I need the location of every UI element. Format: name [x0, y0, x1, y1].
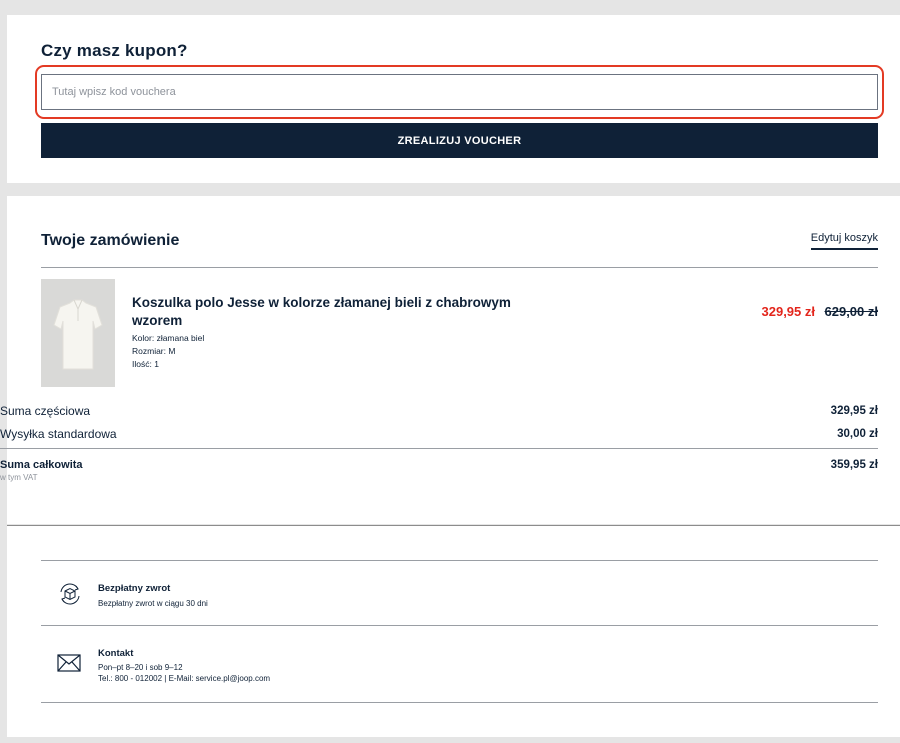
product-name[interactable]: Koszulka polo Jesse w kolorze złamanej b…	[132, 294, 512, 330]
product-original-price: 629,00 zł	[824, 304, 879, 319]
order-summary: Twoje zamówienie Edytuj koszyk Koszulka …	[0, 196, 900, 524]
vat-note: w tym VAT	[0, 473, 38, 482]
return-box-icon	[57, 581, 83, 612]
shipping-label: Wysyłka standardowa	[0, 427, 117, 441]
polo-shirt-image[interactable]	[41, 279, 115, 387]
product-color: Kolor: złamana biel	[132, 333, 205, 343]
voucher-title: Czy masz kupon?	[41, 41, 188, 60]
divider	[41, 267, 878, 268]
voucher-section: Czy masz kupon? ZREALIZUJ VOUCHER	[7, 15, 900, 183]
divider	[41, 625, 878, 626]
edit-cart-link[interactable]: Edytuj koszyk	[810, 232, 878, 250]
product-quantity: Ilość: 1	[132, 359, 159, 369]
divider	[41, 560, 878, 561]
envelope-icon	[57, 654, 81, 677]
polo-shirt-icon	[53, 299, 103, 370]
service-info: Bezpłatny zwrot Bezpłatny zwrot w ciągu …	[7, 525, 900, 737]
subtotal-label: Suma częściowa	[0, 404, 91, 418]
subtotal-value: 329,95 zł	[830, 405, 878, 417]
free-return-text: Bezpłatny zwrot w ciągu 30 dni	[98, 599, 208, 608]
product-sale-price: 329,95 zł	[761, 304, 816, 319]
total-value: 359,95 zł	[830, 459, 878, 471]
total-label: Suma całkowita	[0, 459, 83, 471]
product-size: Rozmiar: M	[132, 346, 176, 356]
shipping-value: 30,00 zł	[837, 428, 878, 440]
contact-hours: Pon–pt 8–20 i sob 9–12	[98, 663, 183, 672]
contact-details[interactable]: Tel.: 800 - 012002 | E-Mail: service.pl@…	[98, 673, 270, 684]
contact-title: Kontakt	[98, 648, 134, 659]
divider	[0, 448, 878, 449]
redeem-voucher-button[interactable]: ZREALIZUJ VOUCHER	[41, 123, 878, 158]
free-return-title: Bezpłatny zwrot	[98, 583, 171, 594]
divider	[41, 702, 878, 703]
order-title: Twoje zamówienie	[41, 232, 180, 249]
voucher-code-input[interactable]	[41, 74, 878, 110]
